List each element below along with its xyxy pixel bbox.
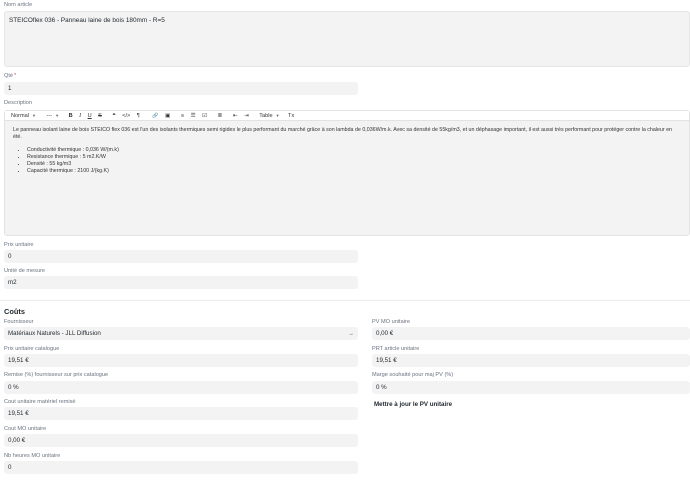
prt-field[interactable]: 19,51 €: [372, 354, 690, 367]
section-divider: [0, 300, 690, 301]
discount-value: 0 %: [8, 384, 19, 391]
underline-button[interactable]: U: [88, 112, 92, 120]
catalog-price-label: Prix unitaire catalogue: [4, 346, 60, 352]
quantity-value: 1: [8, 85, 12, 92]
code-icon[interactable]: </>: [122, 112, 130, 120]
chevron-down-icon: ▼: [55, 112, 60, 118]
labor-hours-value: 0: [8, 464, 12, 471]
discount-label: Remise (%) fournisseur sur prix catalogu…: [4, 372, 109, 378]
costs-section-title: Coûts: [4, 307, 25, 316]
list-item: Resistance thermique : 5 m2.K/W: [27, 154, 681, 161]
quantity-label: Qté*: [4, 73, 17, 79]
supplier-label: Fournisseur: [4, 319, 34, 325]
editor-toolbar: Normal ▼ --- ▼ B I U S ❝ </> ¶ 🔗 ▣ ≡ ☰ ☑ ≣…: [5, 111, 689, 121]
blockquote-icon[interactable]: ❝: [112, 112, 115, 120]
pv-labor-field[interactable]: 0,00 €: [372, 327, 690, 340]
quantity-field[interactable]: 1: [4, 82, 358, 95]
margin-value: 0 %: [376, 384, 387, 391]
list-item: Conductivité thermique : 0,036 W/(m.k): [27, 147, 681, 154]
labor-hours-field[interactable]: 0: [4, 461, 358, 474]
ordered-list-icon[interactable]: ≡: [181, 112, 184, 120]
align-icon[interactable]: ≣: [218, 112, 223, 120]
editor-content[interactable]: Le panneau isolant laine de bois STEICO …: [5, 121, 689, 235]
unit-measure-value: m2: [8, 279, 17, 286]
format-select[interactable]: Normal ▼: [11, 112, 36, 120]
discounted-cost-field[interactable]: 19,51 €: [4, 407, 358, 420]
table-select[interactable]: Table ▼: [259, 112, 279, 120]
description-bullet-list: Conductivité thermique : 0,036 W/(m.k) R…: [13, 147, 681, 175]
margin-field[interactable]: 0 %: [372, 381, 690, 394]
prt-label: PRT article unitaire: [372, 346, 420, 352]
bullet-list-icon[interactable]: ☰: [191, 112, 196, 120]
strikethrough-button[interactable]: S: [98, 112, 102, 120]
labor-hours-label: Nb heures MO unitaire: [4, 453, 61, 459]
unit-measure-label: Unité de mesure: [4, 268, 46, 274]
article-name-label: Nom article: [4, 2, 33, 8]
labor-cost-label: Cout MO unitaire: [4, 426, 47, 432]
link-icon[interactable]: 🔗: [152, 112, 158, 120]
catalog-price-value: 19,51 €: [8, 357, 29, 364]
catalog-price-field[interactable]: 19,51 €: [4, 354, 358, 367]
discounted-cost-label: Cout unitaire matériel remisé: [4, 399, 76, 405]
arrow-right-icon[interactable]: →: [348, 331, 354, 337]
paragraph-direction-icon[interactable]: ¶: [137, 112, 140, 120]
bold-button[interactable]: B: [69, 112, 73, 120]
check-list-icon[interactable]: ☑: [202, 112, 207, 120]
chevron-down-icon: ▼: [32, 112, 36, 118]
list-item: Densité : 55 kg/m3: [27, 161, 681, 168]
unit-measure-field[interactable]: m2: [4, 276, 358, 289]
outdent-icon[interactable]: ⇤: [233, 112, 238, 120]
discounted-cost-value: 19,51 €: [8, 410, 29, 417]
image-icon[interactable]: ▣: [165, 112, 170, 120]
chevron-down-icon: ▼: [275, 112, 280, 118]
margin-label: Marge souhaité pour maj PV (%): [372, 372, 454, 378]
font-size-select[interactable]: --- ▼: [47, 112, 60, 120]
discount-field[interactable]: 0 %: [4, 381, 358, 394]
indent-icon[interactable]: ⇥: [244, 112, 249, 120]
required-marker: *: [14, 73, 17, 79]
update-pv-button[interactable]: Mettre à jour le PV unitaire: [374, 401, 452, 408]
article-name-field[interactable]: STEICOflex 036 - Panneau laine de bois 1…: [4, 11, 690, 67]
supplier-link-field[interactable]: Matériaux Naturels - JLL Diffusion →: [4, 327, 358, 340]
description-paragraph: Le panneau isolant laine de bois STEICO …: [13, 127, 672, 140]
supplier-value: Matériaux Naturels - JLL Diffusion: [8, 330, 101, 337]
list-item: Capacité thermique : 2100 J/(kg.K): [27, 168, 681, 175]
unit-price-field[interactable]: 0: [4, 250, 358, 263]
labor-cost-field[interactable]: 0,00 €: [4, 434, 358, 447]
clear-format-icon[interactable]: Tx: [288, 112, 294, 120]
pv-labor-value: 0,00 €: [376, 330, 394, 337]
unit-price-label: Prix unitaire: [4, 242, 34, 248]
article-name-value: STEICOflex 036 - Panneau laine de bois 1…: [9, 17, 165, 24]
pv-labor-label: PV MO unitaire: [372, 319, 410, 325]
labor-cost-value: 0,00 €: [8, 437, 26, 444]
unit-price-value: 0: [8, 253, 12, 260]
description-label: Description: [4, 100, 32, 106]
prt-value: 19,51 €: [376, 357, 397, 364]
italic-button[interactable]: I: [79, 112, 81, 120]
description-editor[interactable]: Normal ▼ --- ▼ B I U S ❝ </> ¶ 🔗 ▣ ≡ ☰ ☑ ≣…: [4, 110, 690, 236]
